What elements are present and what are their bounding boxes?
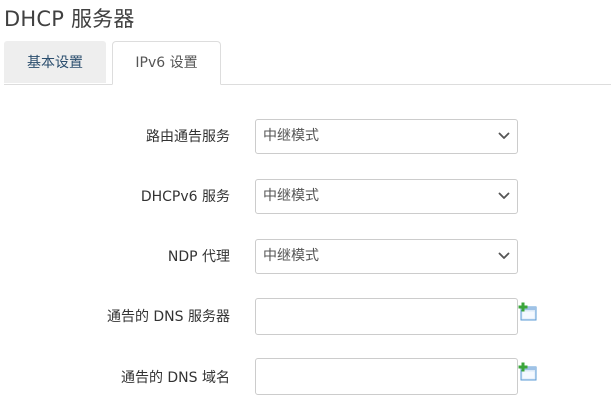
ndp-proxy-label: NDP 代理 (167, 249, 230, 265)
ndp-proxy-value: 中继模式 (263, 248, 319, 264)
router-advert-select[interactable]: 中继模式 (255, 119, 518, 154)
page-title: DHCP 服务器 (4, 7, 135, 31)
chevron-down-icon (498, 192, 510, 199)
ndp-proxy-select[interactable]: 中继模式 (255, 239, 518, 274)
dhcpv6-value: 中继模式 (263, 188, 319, 204)
dns-servers-input[interactable] (255, 298, 518, 335)
router-advert-label: 路由通告服务 (146, 129, 230, 145)
tab-basic-settings[interactable]: 基本设置 (4, 41, 106, 83)
dhcp-ipv6-settings-page: DHCP 服务器 基本设置 IPv6 设置 路由通告服务 中继模式 DHCPv6… (0, 0, 611, 404)
dns-domains-input[interactable] (255, 358, 518, 395)
add-entry-icon[interactable] (518, 362, 538, 382)
tab-ipv6-settings[interactable]: IPv6 设置 (112, 41, 221, 85)
tab-bar: 基本设置 IPv6 设置 (4, 41, 611, 85)
router-advert-value: 中继模式 (263, 128, 319, 144)
dns-servers-label: 通告的 DNS 服务器 (106, 309, 230, 325)
add-entry-icon[interactable] (518, 302, 538, 322)
dhcpv6-label: DHCPv6 服务 (140, 189, 230, 205)
dhcpv6-select[interactable]: 中继模式 (255, 179, 518, 214)
chevron-down-icon (498, 132, 510, 139)
dns-domains-label: 通告的 DNS 域名 (120, 370, 230, 386)
chevron-down-icon (498, 252, 510, 259)
